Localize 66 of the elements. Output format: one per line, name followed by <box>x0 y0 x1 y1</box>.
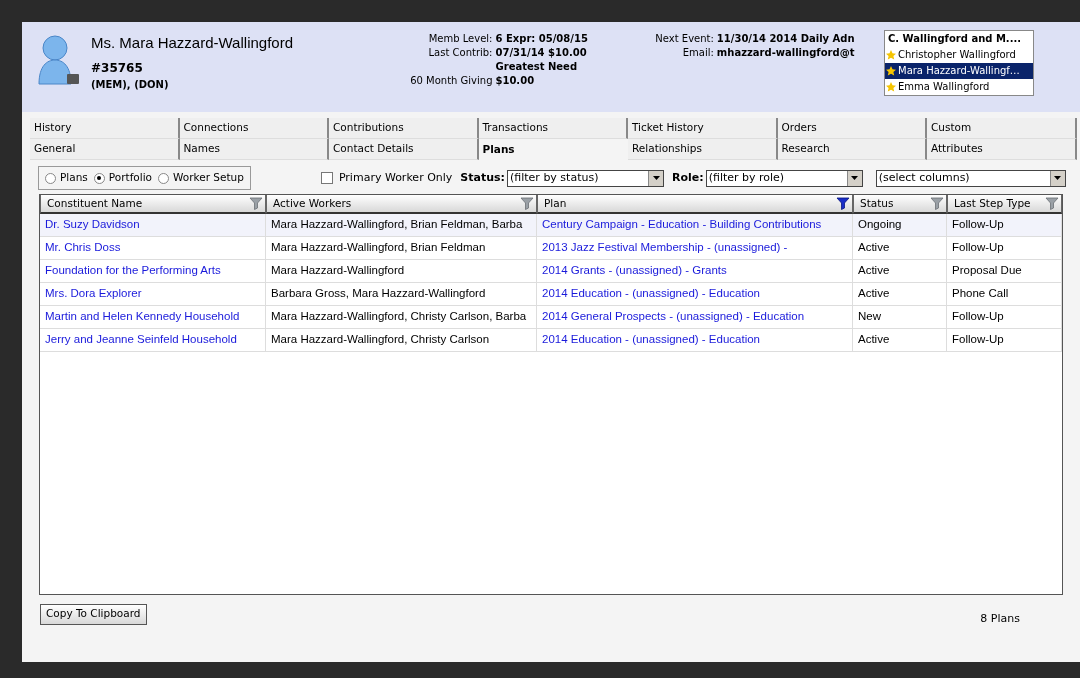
radio-option[interactable]: Plans <box>45 170 88 186</box>
radio-option[interactable]: Portfolio <box>93 170 152 186</box>
star-icon <box>886 82 896 92</box>
tab[interactable]: Contributions <box>329 118 479 139</box>
checkbox[interactable] <box>320 172 333 184</box>
filter-dropdown[interactable]: (filter by status) <box>507 169 664 187</box>
household-member[interactable]: Christopher Wallingford <box>885 47 1033 63</box>
table-row[interactable]: Dr. Suzy Davidson Mara Hazzard-Wallingford, Brian Feldman, Barba Century Campaign - Education - Building Contributions Ongoing Follow-Up <box>40 214 1062 237</box>
tab[interactable]: General <box>30 139 180 160</box>
primary-worker-checkbox[interactable]: Primary Worker Only <box>320 169 453 187</box>
info-value: 07/31/14 $10.00 <box>495 46 588 60</box>
table-row[interactable]: Mr. Chris Doss Mara Hazzard-Wallingford, Brian Feldman 2013 Jazz Festival Membership - (unassigned) - Active Follow-Up <box>40 237 1062 260</box>
radio-button[interactable] <box>158 172 169 184</box>
constituent-codes: (MEM), (DON) <box>91 77 170 92</box>
info-label: Last Contrib: <box>427 46 493 60</box>
info-value: 11/30/14 2014 Daily Adn <box>716 32 856 46</box>
star-icon <box>886 50 896 60</box>
household-member[interactable]: Emma Wallingford <box>885 79 1033 95</box>
column-header[interactable]: Active Workers <box>266 195 537 214</box>
table-row[interactable]: Martin and Helen Kennedy Household Mara Hazzard-Wallingford, Christy Carlson, Barba 2014 General Prospects - (unassigned) - Education New Follow-Up <box>40 306 1062 329</box>
tab[interactable]: Connections <box>179 118 329 139</box>
constituent-id: #35765 <box>91 59 144 77</box>
filter-icon[interactable] <box>836 197 850 210</box>
tab[interactable]: History <box>30 118 180 139</box>
household-member[interactable]: Mara Hazzard-Wallingf… <box>885 63 1033 79</box>
tab[interactable]: Research <box>777 139 927 160</box>
table-row[interactable]: Mrs. Dora Explorer Barbara Gross, Mara Hazzard-Wallingford 2014 Education - (unassigned) - Education Active Phone Call <box>40 283 1062 306</box>
table-link-cell[interactable]: 2014 Education - (unassigned) - Education <box>537 329 853 352</box>
tab[interactable]: Orders <box>777 118 927 139</box>
tab[interactable]: Names <box>179 139 329 160</box>
table-cell: Active <box>853 329 947 352</box>
copy-to-clipboard-button[interactable]: Copy To Clipboard <box>40 603 147 625</box>
table-cell: Mara Hazzard-Wallingford, Christy Carlson <box>266 329 537 352</box>
filter-label: Status: <box>460 169 505 186</box>
table-link-cell[interactable]: Jerry and Jeanne Seinfeld Household <box>40 329 266 352</box>
info-value: mhazzard-wallingford@t <box>716 46 856 60</box>
table-row[interactable]: Jerry and Jeanne Seinfeld Household Mara Hazzard-Wallingford, Christy Carlson 2014 Education - (unassigned) - Education Active Follow-Up <box>40 329 1062 352</box>
plan-count: 8 Plans <box>980 611 1020 627</box>
info-value: 6 Expr: 05/08/15 <box>495 32 589 46</box>
info-label: Next Event: <box>654 32 714 46</box>
info-label: Memb Level: <box>427 32 493 46</box>
column-header[interactable]: Plan <box>537 195 853 214</box>
filter-label: Role: <box>672 169 704 186</box>
info-value: Greatest Need <box>495 60 579 74</box>
table-row[interactable]: Foundation for the Performing Arts Mara Hazzard-Wallingford 2014 Grants - (unassigned) - Grants Active Proposal Due <box>40 260 1062 283</box>
info-label: Email: <box>681 46 714 60</box>
filter-dropdown[interactable]: (filter by role) <box>705 169 863 187</box>
tab[interactable]: Transactions <box>478 118 628 139</box>
star-icon <box>886 66 896 76</box>
household-title: C. Wallingford and M.... <box>887 32 1023 46</box>
radio-button[interactable] <box>45 172 56 184</box>
tab[interactable]: Relationships <box>628 139 778 160</box>
info-value: $10.00 <box>495 74 536 88</box>
column-header[interactable]: Last Step Type <box>947 195 1062 214</box>
info-label: 60 Month Giving <box>409 74 493 88</box>
column-header[interactable]: Status <box>853 195 947 214</box>
tab[interactable]: Custom <box>927 118 1077 139</box>
tab[interactable]: Attributes <box>927 139 1077 160</box>
tab[interactable]: Ticket History <box>628 118 778 139</box>
column-header[interactable]: Constituent Name <box>40 195 266 214</box>
radio-button[interactable] <box>93 172 105 184</box>
constituent-name: Ms. Mara Hazzard-Wallingford <box>91 33 294 53</box>
tab[interactable]: Contact Details <box>329 139 479 160</box>
radio-option[interactable]: Worker Setup <box>158 170 244 186</box>
filter-dropdown[interactable]: (select columns) <box>875 169 1066 187</box>
table-cell: Follow-Up <box>947 329 1062 352</box>
